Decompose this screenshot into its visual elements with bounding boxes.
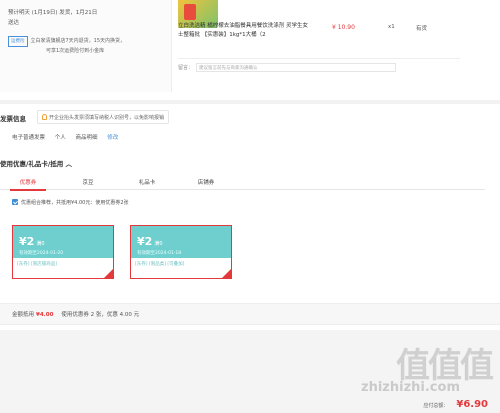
discount-summary: 金额抵用 ¥4.00 使用优惠券 2 张，优惠 4.00 元 <box>0 303 500 325</box>
coupon-amount: ¥2 <box>19 235 35 248</box>
remark-row: 留言： 建议留言前先与商家沟通确认 <box>178 58 460 72</box>
selected-corner-icon <box>222 269 231 278</box>
delivery-line2: 送达 <box>8 20 20 26</box>
coupon-card-top: ¥2 满0 有效期至2024-01-18 <box>131 226 231 258</box>
total-amount: ¥6.90 <box>456 399 488 410</box>
stock-status: 有货 <box>416 26 428 32</box>
invoice-detail: 商品明细 <box>75 135 98 141</box>
tab-shop-coupons[interactable]: 店铺券 <box>186 178 226 186</box>
coupon-section-title[interactable]: 使用优惠/礼品卡/抵用 ︿ <box>0 158 72 168</box>
tab-jingdou[interactable]: 京豆 <box>68 178 108 186</box>
coupon-tabs: 优惠券 京豆 礼品卡 店铺券 <box>0 175 485 191</box>
invoice-person: 个人 <box>54 135 66 141</box>
chevron-up-icon[interactable]: ︿ <box>66 160 73 168</box>
coupon-tags: [东券] [限品类] [可叠加] <box>135 262 185 267</box>
product-price: ¥ 10.90 <box>332 24 355 31</box>
product-quantity: x1 <box>388 24 395 30</box>
coupon-tags: [东券] [限店铺商品] <box>17 262 57 267</box>
selected-corner-icon <box>104 269 113 278</box>
invoice-tip-text: 开企业抬头发票须填写纳税人识别号，以免影响报销 <box>49 115 165 121</box>
order-block: 预计明天 (1月19日) 发货，1月21日 送达 运费险 立白家清旗舰店7天内退货… <box>0 0 500 92</box>
total-payable: 应付总额： ¥6.90 <box>423 399 488 410</box>
shipping-line2: 可享1次运费险付到小金库 <box>46 48 105 54</box>
coupon-condition: 满0 <box>36 241 45 247</box>
coupon-card[interactable]: ¥2 满0 有效期至2024-01-18 [东券] [限品类] [可叠加] <box>130 225 232 279</box>
shipping-insurance: 运费险 立白家清旗舰店7天内退货，15天内换货， 可享1次运费险付到小金库 <box>8 36 125 56</box>
summary-amount: ¥4.00 <box>36 312 54 318</box>
coupon-card[interactable]: ¥2 满0 有效期至2024-01-20 [东券] [限店铺商品] <box>12 225 114 279</box>
total-label: 应付总额： <box>423 403 449 409</box>
tab-coupons[interactable]: 优惠券 <box>8 178 48 191</box>
invoice-edit-link[interactable]: 修改 <box>107 135 118 141</box>
coupon-condition: 满0 <box>154 241 163 247</box>
invoice-tip: 开企业抬头发票须填写纳税人识别号，以免影响报销 <box>37 110 170 124</box>
section-divider <box>0 100 500 104</box>
delivery-estimate: 预计明天 (1月19日) 发货，1月21日 送达 <box>8 8 97 28</box>
remark-label: 留言： <box>178 65 194 71</box>
summary-desc: 使用优惠券 2 张，优惠 4.00 元 <box>61 312 140 318</box>
lightbulb-icon <box>42 114 47 120</box>
coupon-expiry: 有效期至2024-01-20 <box>19 251 64 256</box>
invoice-details: 电子普通发票 个人 商品明细 修改 <box>12 133 126 141</box>
checkout-page: 预计明天 (1月19日) 发货，1月21日 送达 运费险 立白家清旗舰店7天内退货… <box>0 0 500 413</box>
checkbox-checked-icon[interactable] <box>12 199 18 205</box>
coupon-card-top: ¥2 满0 有效期至2024-01-20 <box>13 226 113 258</box>
recommend-text: 优惠组合推荐，共抵用¥4.00元：使用优惠券2张 <box>21 200 129 206</box>
recommend-combo[interactable]: 优惠组合推荐，共抵用¥4.00元：使用优惠券2张 <box>12 199 129 206</box>
remark-input[interactable]: 建议留言前先与商家沟通确认 <box>196 63 397 72</box>
coupon-expiry: 有效期至2024-01-18 <box>137 251 182 256</box>
product-title[interactable]: 立白洗洁精 橘柠檬去油脂餐具用餐饮洗涤剂 灵学生女士整箱批 【实惠装】1kg*1… <box>178 22 308 40</box>
watermark-url: zhizhizhi.com <box>361 380 460 395</box>
summary-label: 金额抵用 <box>12 312 35 318</box>
delivery-panel: 预计明天 (1月19日) 发货，1月21日 送达 运费险 立白家清旗舰店7天内退货… <box>0 0 172 92</box>
shipping-insurance-badge[interactable]: 运费险 <box>8 36 28 47</box>
coupon-section-label: 使用优惠/礼品卡/抵用 <box>0 160 64 168</box>
invoice-title: 发票信息 <box>0 115 26 123</box>
tab-gift-card[interactable]: 礼品卡 <box>127 178 167 186</box>
delivery-line1: 预计明天 (1月19日) 发货，1月21日 <box>8 10 98 16</box>
invoice-type: 电子普通发票 <box>12 135 46 141</box>
shipping-line1: 立白家清旗舰店7天内退货，15天内换货， <box>30 38 126 44</box>
coupon-amount: ¥2 <box>137 235 153 248</box>
